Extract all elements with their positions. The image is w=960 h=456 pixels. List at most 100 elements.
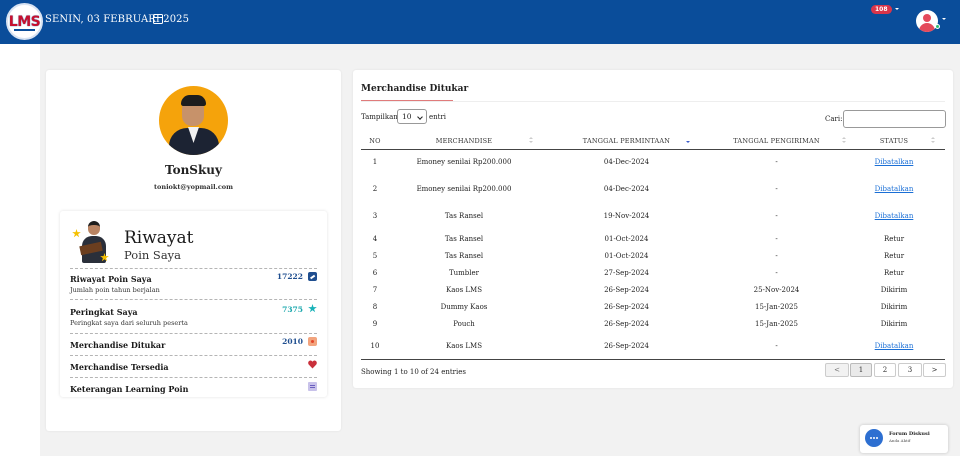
- forum-status: Anda Aktif: [889, 438, 911, 443]
- sort-icon[interactable]: [842, 137, 846, 144]
- avatar-head-shape: [923, 14, 931, 22]
- pagination-page-1[interactable]: 1: [850, 363, 872, 377]
- title-underline: [361, 100, 453, 102]
- chat-bubble-icon: [865, 429, 883, 447]
- cell-no: 9: [372, 320, 378, 328]
- sort-icon[interactable]: [529, 137, 533, 144]
- merchandise-redeemed-card: Merchandise Ditukar Tampilkan 10 entri C…: [353, 70, 953, 388]
- cell-no: 3: [372, 212, 378, 220]
- profile-photo: [159, 86, 228, 155]
- cell-status: Dikirim: [880, 303, 908, 311]
- item-title: Merchandise Ditukar: [70, 340, 166, 350]
- cell-shipping-date: 25-Nov-2024: [753, 286, 800, 294]
- column-header-shipping-date[interactable]: TANGGAL PENGIRIMAN: [694, 137, 859, 145]
- cell-status: Retur: [883, 235, 905, 243]
- cell-request-date: 01-Oct-2024: [604, 235, 649, 243]
- user-avatar[interactable]: [916, 10, 938, 32]
- cell-merchandise: Tas Ransel: [444, 252, 484, 260]
- merchandise-redeemed-item[interactable]: Merchandise Ditukar 2010: [70, 333, 317, 355]
- cell-status: Dikirim: [880, 320, 908, 328]
- avatar-body-shape: [919, 23, 935, 32]
- cell-merchandise: Dummy Kaos: [440, 303, 488, 311]
- table-row: 9 Pouch 26-Sep-2024 15-Jan-2025 Dikirim: [361, 320, 945, 332]
- points-illustration: [72, 219, 116, 265]
- status-link[interactable]: Dibatalkan: [875, 212, 914, 220]
- status-link[interactable]: Dibatalkan: [875, 342, 914, 350]
- pagination-next[interactable]: >: [923, 363, 946, 377]
- table-row: 10 Kaos LMS 26-Sep-2024 - Dibatalkan: [361, 342, 945, 354]
- pagination-page-3[interactable]: 3: [898, 363, 922, 377]
- forum-widget[interactable]: Forum Diskusi Anda Aktif: [860, 425, 948, 453]
- profile-email: toniokt@yopmail.com: [154, 183, 233, 191]
- column-header-status[interactable]: STATUS: [859, 137, 929, 145]
- table-row: 6 Tumbler 27-Sep-2024 - Retur: [361, 269, 945, 281]
- points-history-panel: Riwayat Poin Saya Riwayat Poin Saya Juml…: [60, 211, 327, 397]
- user-menu-caret-icon[interactable]: [942, 18, 946, 20]
- status-link[interactable]: Dibatalkan: [875, 158, 914, 166]
- learning-points-info-item[interactable]: Keterangan Learning Poin: [70, 377, 317, 397]
- lms-logo[interactable]: LMS: [6, 3, 43, 40]
- star-icon: [308, 304, 317, 313]
- cell-status: Dibatalkan: [859, 342, 929, 350]
- cell-shipping-date: -: [775, 269, 778, 277]
- cell-no: 5: [372, 252, 378, 260]
- merchandise-available-item[interactable]: Merchandise Tersedia: [70, 355, 317, 377]
- table-header: NO MERCHANDISE TANGGAL PERMINTAAN TANGGA…: [361, 132, 945, 150]
- cell-shipping-date: -: [775, 158, 778, 166]
- item-title: Riwayat Poin Saya: [70, 274, 152, 284]
- sidebar: [0, 44, 40, 456]
- chart-icon: [308, 272, 317, 281]
- item-subtitle: Peringkat saya dari seluruh peserta: [70, 319, 188, 327]
- cell-merchandise: Tumbler: [448, 269, 480, 277]
- cell-no: 4: [372, 235, 378, 243]
- cell-status: Retur: [883, 252, 905, 260]
- column-header-no[interactable]: NO: [361, 137, 389, 145]
- table-info: Showing 1 to 10 of 24 entries: [361, 368, 466, 376]
- search-input[interactable]: [843, 110, 946, 128]
- sort-icon[interactable]: [931, 137, 935, 144]
- star-decoration-icon: [72, 229, 81, 238]
- cell-shipping-date: -: [775, 185, 778, 193]
- column-header-merchandise[interactable]: MERCHANDISE: [389, 137, 539, 145]
- points-value: 17222: [276, 272, 303, 281]
- cell-no: 7: [372, 286, 378, 294]
- profile-card: TonSkuy toniokt@yopmail.com Riwayat Poin…: [46, 70, 341, 431]
- item-title: Merchandise Tersedia: [70, 362, 169, 372]
- ranking-item[interactable]: Peringkat Saya Peringkat saya dari selur…: [70, 299, 317, 332]
- cell-request-date: 26-Sep-2024: [604, 303, 649, 311]
- cell-merchandise: Emoney senilai Rp200.000: [416, 158, 512, 166]
- cell-request-date: 26-Sep-2024: [604, 320, 649, 328]
- entries-per-page-select[interactable]: 10: [397, 109, 427, 124]
- cell-request-date: 26-Sep-2024: [604, 342, 649, 350]
- points-panel-title: Riwayat: [124, 228, 194, 248]
- cell-merchandise: Tas Ransel: [444, 235, 484, 243]
- illustration-head-shape: [88, 221, 100, 235]
- pagination-page-2[interactable]: 2: [874, 363, 896, 377]
- cell-status: Dikirim: [880, 286, 908, 294]
- points-history-item[interactable]: Riwayat Poin Saya Jumlah poin tahun berj…: [70, 268, 317, 298]
- cell-merchandise: Pouch: [453, 320, 475, 328]
- ranking-value: 7375: [282, 305, 303, 314]
- table-row: 4 Tas Ransel 01-Oct-2024 - Retur: [361, 235, 945, 247]
- notification-badge[interactable]: 108: [871, 5, 892, 14]
- table-row: 7 Kaos LMS 26-Sep-2024 25-Nov-2024 Dikirim: [361, 286, 945, 298]
- top-navbar: LMS SENIN, 03 FEBRUARI 2025 108: [0, 0, 960, 44]
- points-panel-subtitle: Poin Saya: [124, 248, 182, 262]
- cell-shipping-date: -: [775, 342, 778, 350]
- cell-status: Dibatalkan: [859, 158, 929, 166]
- entries-label: entri: [429, 113, 447, 121]
- status-link[interactable]: Dibatalkan: [875, 185, 914, 193]
- pagination-prev[interactable]: <: [825, 363, 849, 377]
- table-row: 5 Tas Ransel 01-Oct-2024 - Retur: [361, 252, 945, 264]
- cell-shipping-date: 15-Jan-2025: [755, 320, 798, 328]
- cell-merchandise: Kaos LMS: [445, 342, 483, 350]
- notification-caret-icon[interactable]: [895, 8, 899, 10]
- cell-status: Dibatalkan: [859, 212, 929, 220]
- cell-request-date: 04-Dec-2024: [603, 185, 650, 193]
- cell-status: Dibatalkan: [859, 185, 929, 193]
- cell-merchandise: Kaos LMS: [445, 286, 483, 294]
- table-row: 3 Tas Ransel 19-Nov-2024 - Dibatalkan: [361, 212, 945, 224]
- sort-desc-icon[interactable]: [686, 137, 690, 144]
- cell-request-date: 19-Nov-2024: [603, 212, 650, 220]
- item-subtitle: Jumlah poin tahun berjalan: [70, 286, 160, 294]
